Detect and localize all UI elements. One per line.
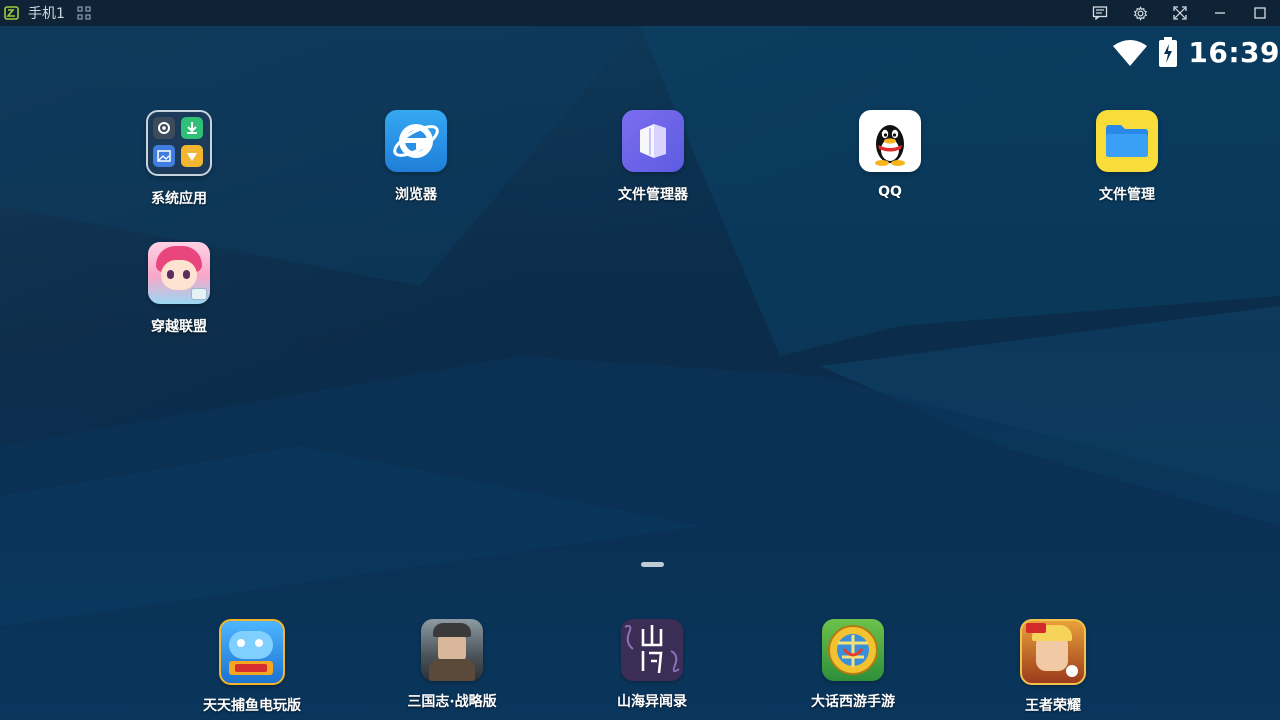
maximize-icon — [1254, 7, 1266, 19]
minimize-button[interactable] — [1200, 0, 1240, 26]
three-kingdoms-icon — [421, 619, 483, 681]
qr-grid-icon[interactable] — [77, 6, 91, 20]
app-system-apps[interactable]: 系统应用 — [119, 110, 239, 208]
emulator-logo-icon — [4, 6, 19, 20]
dock-app-honor-of-kings[interactable]: 王者荣耀 — [993, 619, 1113, 715]
settings-button[interactable] — [1120, 0, 1160, 26]
minimize-icon — [1215, 12, 1225, 14]
app-label: 王者荣耀 — [1025, 698, 1081, 714]
status-bar: 16:39 — [1112, 34, 1280, 70]
system-apps-folder-icon — [146, 110, 212, 176]
fullscreen-icon — [1173, 6, 1187, 20]
app-label: 大话西游手游 — [811, 694, 895, 710]
fishing-game-icon — [219, 619, 285, 685]
app-label: 文件管理 — [1099, 187, 1155, 203]
message-button[interactable] — [1080, 0, 1120, 26]
battery-charging-icon — [1159, 37, 1178, 67]
app-label: 系统应用 — [151, 191, 207, 207]
fullscreen-button[interactable] — [1160, 0, 1200, 26]
app-label: QQ — [878, 184, 902, 200]
android-home-screen: 16:39 系统应用 浏览器 文件管理器 QQ 文件管理 穿越联盟 天天捕鱼电玩… — [0, 26, 1280, 720]
app-file-manager-pro[interactable]: 文件管理器 — [593, 110, 713, 204]
wifi-icon — [1113, 40, 1148, 66]
app-label: 浏览器 — [395, 187, 437, 203]
dock-app-three-kingdoms[interactable]: 三国志·战略版 — [392, 619, 512, 711]
window-titlebar: 手机1 — [0, 0, 1280, 26]
window-title: 手机1 — [28, 6, 65, 22]
status-time: 16:39 — [1188, 35, 1280, 69]
westward-journey-icon — [822, 619, 884, 681]
app-label: 山海异闻录 — [617, 694, 687, 710]
dock-app-shanhai[interactable]: 山海异闻录 — [592, 619, 712, 711]
app-label: 天天捕鱼电玩版 — [203, 698, 301, 714]
dock-app-fishing[interactable]: 天天捕鱼电玩版 — [192, 619, 312, 715]
app-browser[interactable]: 浏览器 — [356, 110, 476, 204]
message-icon — [1092, 6, 1108, 20]
maximize-button[interactable] — [1240, 0, 1280, 26]
app-qq[interactable]: QQ — [830, 110, 950, 200]
app-files[interactable]: 文件管理 — [1067, 110, 1187, 204]
app-label: 文件管理器 — [618, 187, 688, 203]
app-label: 三国志·战略版 — [407, 694, 497, 710]
shanhai-icon — [621, 619, 683, 681]
settings-icon — [1133, 5, 1147, 21]
qq-penguin-icon — [859, 110, 921, 172]
page-indicator[interactable] — [641, 562, 664, 567]
app-label: 穿越联盟 — [151, 319, 207, 335]
app-crossfire-alliance[interactable]: 穿越联盟 — [119, 242, 239, 336]
dock-app-westward-journey[interactable]: 大话西游手游 — [793, 619, 913, 711]
file-manager-purple-icon — [622, 110, 684, 172]
honor-of-kings-icon — [1020, 619, 1086, 685]
game-girl-icon — [148, 242, 210, 304]
folder-icon — [1096, 110, 1158, 172]
browser-icon — [385, 110, 447, 172]
